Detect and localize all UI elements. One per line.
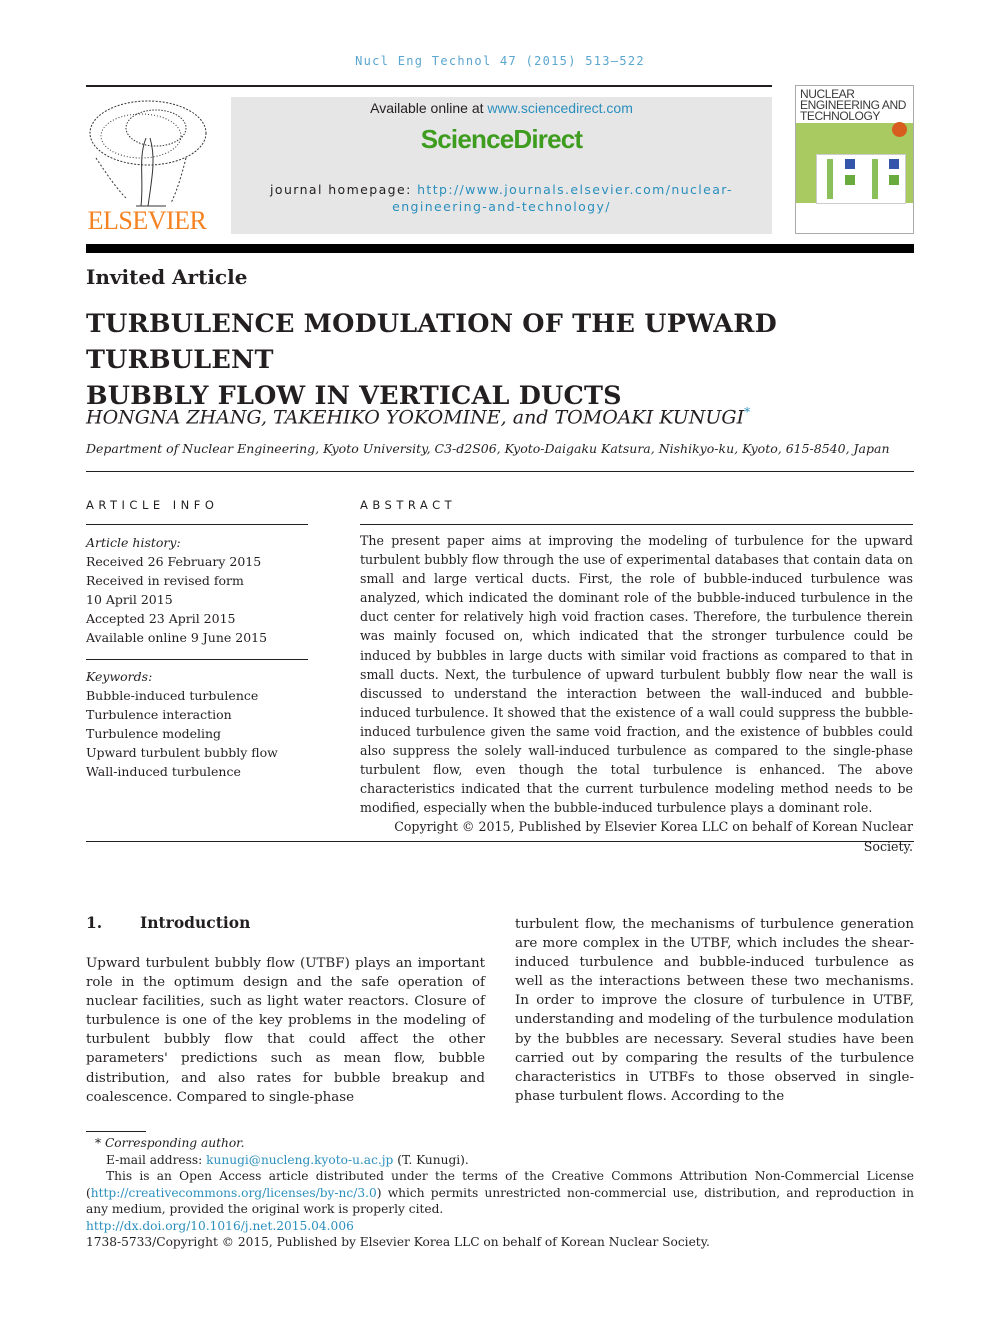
cover-figure [816,154,906,204]
history-label: Article history: [86,535,181,550]
divider [86,524,308,525]
title-line: TURBULENCE MODULATION OF THE UPWARD TURB… [86,309,777,375]
issn-copyright: 1738-5733/Copyright © 2015, Published by… [86,1235,710,1249]
history-item: Received in revised form [86,573,244,588]
header-rule [86,244,914,253]
keyword: Upward turbulent bubbly flow [86,745,278,760]
article-info-heading: ARTICLE INFO [86,498,219,512]
homepage-link-cont[interactable]: engineering-and-technology/ [392,199,611,214]
history-item: Available online 9 June 2015 [86,630,268,645]
authors: HONGNA ZHANG, TAKEHIKO YOKOMINE, and TOM… [86,405,750,428]
abstract: The present paper aims at improving the … [360,531,913,856]
keyword: Turbulence interaction [86,707,232,722]
author-names: HONGNA ZHANG, TAKEHIKO YOKOMINE, and TOM… [86,406,745,429]
email-suffix: (T. Kunugi). [393,1152,469,1167]
footnote-rule [86,1131,146,1132]
journal-header-box: Available online at www.sciencedirect.co… [231,97,772,234]
abstract-text: The present paper aims at improving the … [360,533,913,816]
divider [86,85,772,87]
email-label: E-mail address: [106,1152,207,1167]
history-item: Received 26 February 2015 [86,554,262,569]
keywords: Keywords: Bubble-induced turbulence Turb… [86,667,308,781]
sciencedirect-link[interactable]: www.sciencedirect.com [487,100,633,116]
divider [360,524,913,525]
email-link[interactable]: kunugi@nucleng.kyoto-u.ac.jp [206,1153,393,1167]
doi-link[interactable]: http://dx.doi.org/10.1016/j.net.2015.04.… [86,1219,354,1233]
available-online: Available online at www.sciencedirect.co… [231,100,772,116]
cover-figure-icon [827,159,899,199]
divider [86,841,914,842]
affiliation: Department of Nuclear Engineering, Kyoto… [86,441,890,456]
abstract-copyright: Copyright © 2015, Published by Elsevier … [394,819,913,854]
section-number: 1. [86,913,103,932]
cover-badge [892,122,907,137]
corresponding-mark[interactable]: * [744,405,750,419]
keywords-label: Keywords: [86,669,153,684]
tree-icon [89,100,207,207]
homepage-link[interactable]: http://www.journals.elsevier.com/nuclear… [417,182,733,197]
journal-cover: NUCLEAR ENGINEERING AND TECHNOLOGY [795,85,914,234]
journal-homepage: journal homepage: http://www.journals.el… [231,181,772,215]
license-link[interactable]: http://creativecommons.org/licenses/by-n… [91,1186,377,1200]
article-history: Article history: Received 26 February 20… [86,533,308,647]
keyword: Bubble-induced turbulence [86,688,259,703]
corresponding-author: Corresponding author. [104,1136,245,1150]
section-title: Introduction [140,913,251,932]
elsevier-wordmark: ELSEVIER [87,206,207,235]
keyword: Turbulence modeling [86,726,222,741]
article-title: TURBULENCE MODULATION OF THE UPWARD TURB… [86,306,916,414]
cover-title: NUCLEAR ENGINEERING AND TECHNOLOGY [800,87,907,123]
available-label: Available online at [370,100,488,116]
elsevier-logo: ELSEVIER [86,98,208,236]
history-item: Accepted 23 April 2015 [86,611,236,626]
divider [86,471,914,472]
abstract-heading: ABSTRACT [360,498,457,512]
intro-left-column: Upward turbulent bubbly flow (UTBF) play… [86,956,485,1105]
article-type: Invited Article [86,265,248,289]
history-item: 10 April 2015 [86,592,173,607]
intro-right-column: turbulent flow, the mechanisms of turbul… [515,917,914,1104]
homepage-label: journal homepage: [270,182,418,197]
section-heading: 1. Introduction [86,913,250,932]
keyword: Wall-induced turbulence [86,764,241,779]
footnotes: * Corresponding author. E-mail address: … [86,1135,914,1251]
sciencedirect-logo: ScienceDirect [420,124,583,154]
journal-reference[interactable]: Nucl Eng Technol 47 (2015) 513–522 [0,54,992,68]
divider [86,659,308,660]
footnote-mark: * [95,1136,102,1150]
